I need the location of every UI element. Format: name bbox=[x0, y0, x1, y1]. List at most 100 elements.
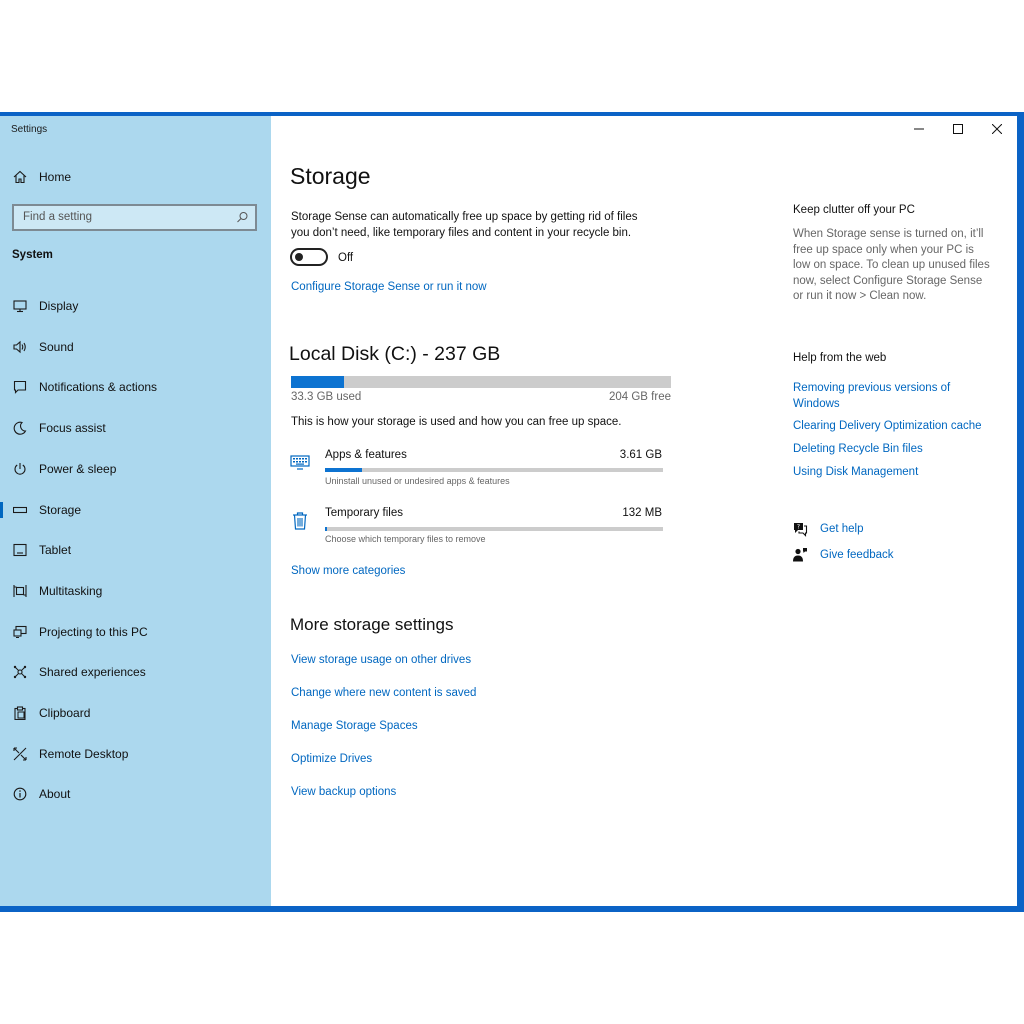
sidebar-item-label: Sound bbox=[39, 339, 74, 354]
help-link-removing-windows[interactable]: Removing previous versions of Windows bbox=[793, 381, 993, 412]
power-icon bbox=[12, 461, 28, 477]
home-label: Home bbox=[39, 170, 72, 184]
search-icon bbox=[236, 211, 249, 224]
page-title: Storage bbox=[290, 163, 371, 189]
view-storage-other-drives-link[interactable]: View storage usage on other drives bbox=[291, 653, 471, 669]
feedback-icon bbox=[792, 547, 808, 563]
category-bar bbox=[325, 468, 663, 472]
tip-line-2: free up space only when your PC is bbox=[793, 244, 974, 256]
sidebar-item-label: Remote Desktop bbox=[39, 746, 129, 761]
sidebar-item-display[interactable]: Display bbox=[0, 291, 271, 321]
monitor-icon bbox=[12, 298, 28, 314]
sidebar-item-label: Tablet bbox=[39, 543, 72, 558]
tip-line-5: or run it now > Clean now. bbox=[793, 290, 927, 302]
tablet-icon bbox=[12, 542, 28, 558]
configure-storage-sense-link[interactable]: Configure Storage Sense or run it now bbox=[291, 280, 487, 296]
tip-line-3: low on space. To clean up unused files bbox=[793, 259, 990, 271]
search-placeholder: Find a setting bbox=[23, 211, 93, 223]
tip-line-1: When Storage sense is turned on, it’ll bbox=[793, 228, 984, 240]
sidebar-item-label: Display bbox=[39, 299, 79, 313]
close-button[interactable] bbox=[985, 120, 1009, 138]
home-nav-item[interactable]: Home bbox=[0, 162, 271, 192]
speaker-icon bbox=[12, 339, 28, 355]
sidebar-item-label: Storage bbox=[39, 502, 82, 517]
help-title: Help from the web bbox=[793, 352, 887, 364]
storage-sense-description-1: Storage Sense can automatically free up … bbox=[291, 211, 638, 223]
disk-usage-fill bbox=[291, 376, 345, 388]
sidebar-item-clipboard[interactable]: Clipboard bbox=[0, 698, 271, 728]
notification-icon bbox=[12, 379, 28, 395]
view-backup-options-link[interactable]: View backup options bbox=[291, 785, 396, 801]
shared-icon bbox=[12, 664, 28, 680]
sidebar-item-label: Clipboard bbox=[39, 706, 91, 720]
trash-icon bbox=[290, 511, 310, 531]
disk-title: Local Disk (C:) - 237 GB bbox=[289, 343, 501, 365]
sidebar-item-projecting-to-this-pc[interactable]: Projecting to this PC bbox=[0, 617, 271, 647]
change-new-content-location-link[interactable]: Change where new content is saved bbox=[291, 686, 476, 702]
sidebar-item-multitasking[interactable]: Multitasking bbox=[0, 576, 271, 606]
keyboard-icon bbox=[290, 453, 310, 473]
tip-line-4: now, select Configure Storage Sense bbox=[793, 275, 983, 287]
toggle-state-label: Off bbox=[338, 252, 354, 264]
disk-free-label: 204 GB free bbox=[608, 391, 671, 403]
help-link-recycle-bin[interactable]: Deleting Recycle Bin files bbox=[793, 442, 923, 458]
help-link-delivery-optimization[interactable]: Clearing Delivery Optimization cache bbox=[793, 419, 982, 435]
sidebar-item-label: Multitasking bbox=[39, 583, 103, 598]
remote-desktop-icon bbox=[12, 746, 28, 762]
toggle-knob bbox=[295, 253, 303, 261]
sidebar-item-label: About bbox=[39, 787, 71, 802]
app-title: Settings bbox=[11, 124, 48, 135]
category-bar bbox=[325, 527, 663, 531]
main-content: Storage Storage Sense can automatically … bbox=[271, 116, 1017, 906]
chat-help-icon: ? bbox=[792, 521, 808, 537]
sidebar-item-label: Focus assist bbox=[39, 421, 106, 436]
category-name: Temporary files bbox=[325, 507, 403, 519]
show-more-categories-link[interactable]: Show more categories bbox=[291, 564, 405, 580]
home-icon bbox=[12, 169, 28, 185]
multitasking-icon bbox=[12, 583, 28, 599]
storage-icon bbox=[12, 502, 28, 518]
disk-description: This is how your storage is used and how… bbox=[291, 416, 622, 428]
more-settings-title: More storage settings bbox=[290, 615, 454, 634]
get-help-label: Get help bbox=[820, 523, 864, 535]
help-link-line2: Windows bbox=[793, 397, 840, 410]
sidebar-item-label: Power & sleep bbox=[39, 461, 117, 476]
disk-used-label: 33.3 GB used bbox=[291, 391, 362, 403]
svg-text:?: ? bbox=[797, 524, 800, 531]
sidebar-item-shared-experiences[interactable]: Shared experiences bbox=[0, 657, 271, 687]
sidebar-item-label: Shared experiences bbox=[39, 665, 146, 680]
help-link-disk-management[interactable]: Using Disk Management bbox=[793, 465, 918, 481]
category-bar-fill bbox=[325, 468, 363, 472]
clipboard-icon bbox=[12, 705, 28, 721]
category-size: 132 MB bbox=[622, 507, 662, 519]
sidebar-item-tablet[interactable]: Tablet bbox=[0, 535, 271, 565]
category-name: Apps & features bbox=[325, 449, 407, 461]
sidebar-item-remote-desktop[interactable]: Remote Desktop bbox=[0, 739, 271, 769]
info-icon bbox=[12, 786, 28, 802]
give-feedback-label: Give feedback bbox=[820, 549, 894, 561]
maximize-button[interactable] bbox=[946, 120, 970, 138]
storage-sense-toggle[interactable] bbox=[290, 248, 328, 266]
sidebar-item-power-sleep[interactable]: Power & sleep bbox=[0, 454, 271, 484]
storage-sense-description-2: you don’t need, like temporary files and… bbox=[291, 227, 632, 239]
sidebar-item-label: Projecting to this PC bbox=[39, 624, 148, 639]
sidebar-item-notifications-actions[interactable]: Notifications & actions bbox=[0, 372, 271, 402]
sidebar-item-storage[interactable]: Storage bbox=[0, 495, 271, 525]
sidebar-item-label: Notifications & actions bbox=[39, 380, 158, 395]
settings-window: Settings Home Find a setting System Disp… bbox=[0, 116, 1017, 906]
category-subtitle: Uninstall unused or undesired apps & fea… bbox=[325, 476, 510, 486]
minimize-button[interactable] bbox=[907, 120, 931, 138]
sidebar: Settings Home Find a setting System Disp… bbox=[0, 116, 271, 906]
disk-usage-bar bbox=[291, 376, 671, 388]
category-size: 3.61 GB bbox=[619, 449, 662, 461]
sidebar-item-sound[interactable]: Sound bbox=[0, 332, 271, 362]
help-link-line1: Removing previous versions of bbox=[793, 382, 951, 394]
category-bar-fill bbox=[325, 527, 328, 531]
projector-icon bbox=[12, 624, 28, 640]
optimize-drives-link[interactable]: Optimize Drives bbox=[291, 752, 372, 768]
search-input[interactable]: Find a setting bbox=[12, 204, 257, 231]
sidebar-item-about[interactable]: About bbox=[0, 779, 271, 809]
manage-storage-spaces-link[interactable]: Manage Storage Spaces bbox=[291, 719, 418, 735]
sidebar-item-focus-assist[interactable]: Focus assist bbox=[0, 413, 271, 443]
section-title: System bbox=[12, 249, 53, 261]
